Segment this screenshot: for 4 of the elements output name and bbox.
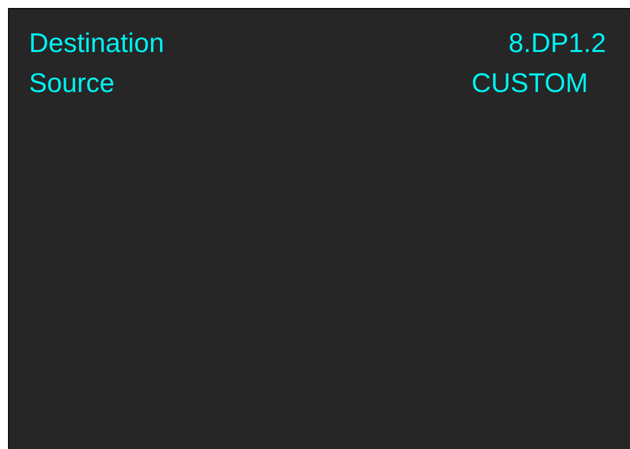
setting-value: 8.DP1.2 [508, 27, 606, 60]
setting-value: CUSTOM [471, 67, 588, 100]
setting-label: Source [29, 67, 115, 100]
setting-label: Destination [29, 27, 164, 60]
